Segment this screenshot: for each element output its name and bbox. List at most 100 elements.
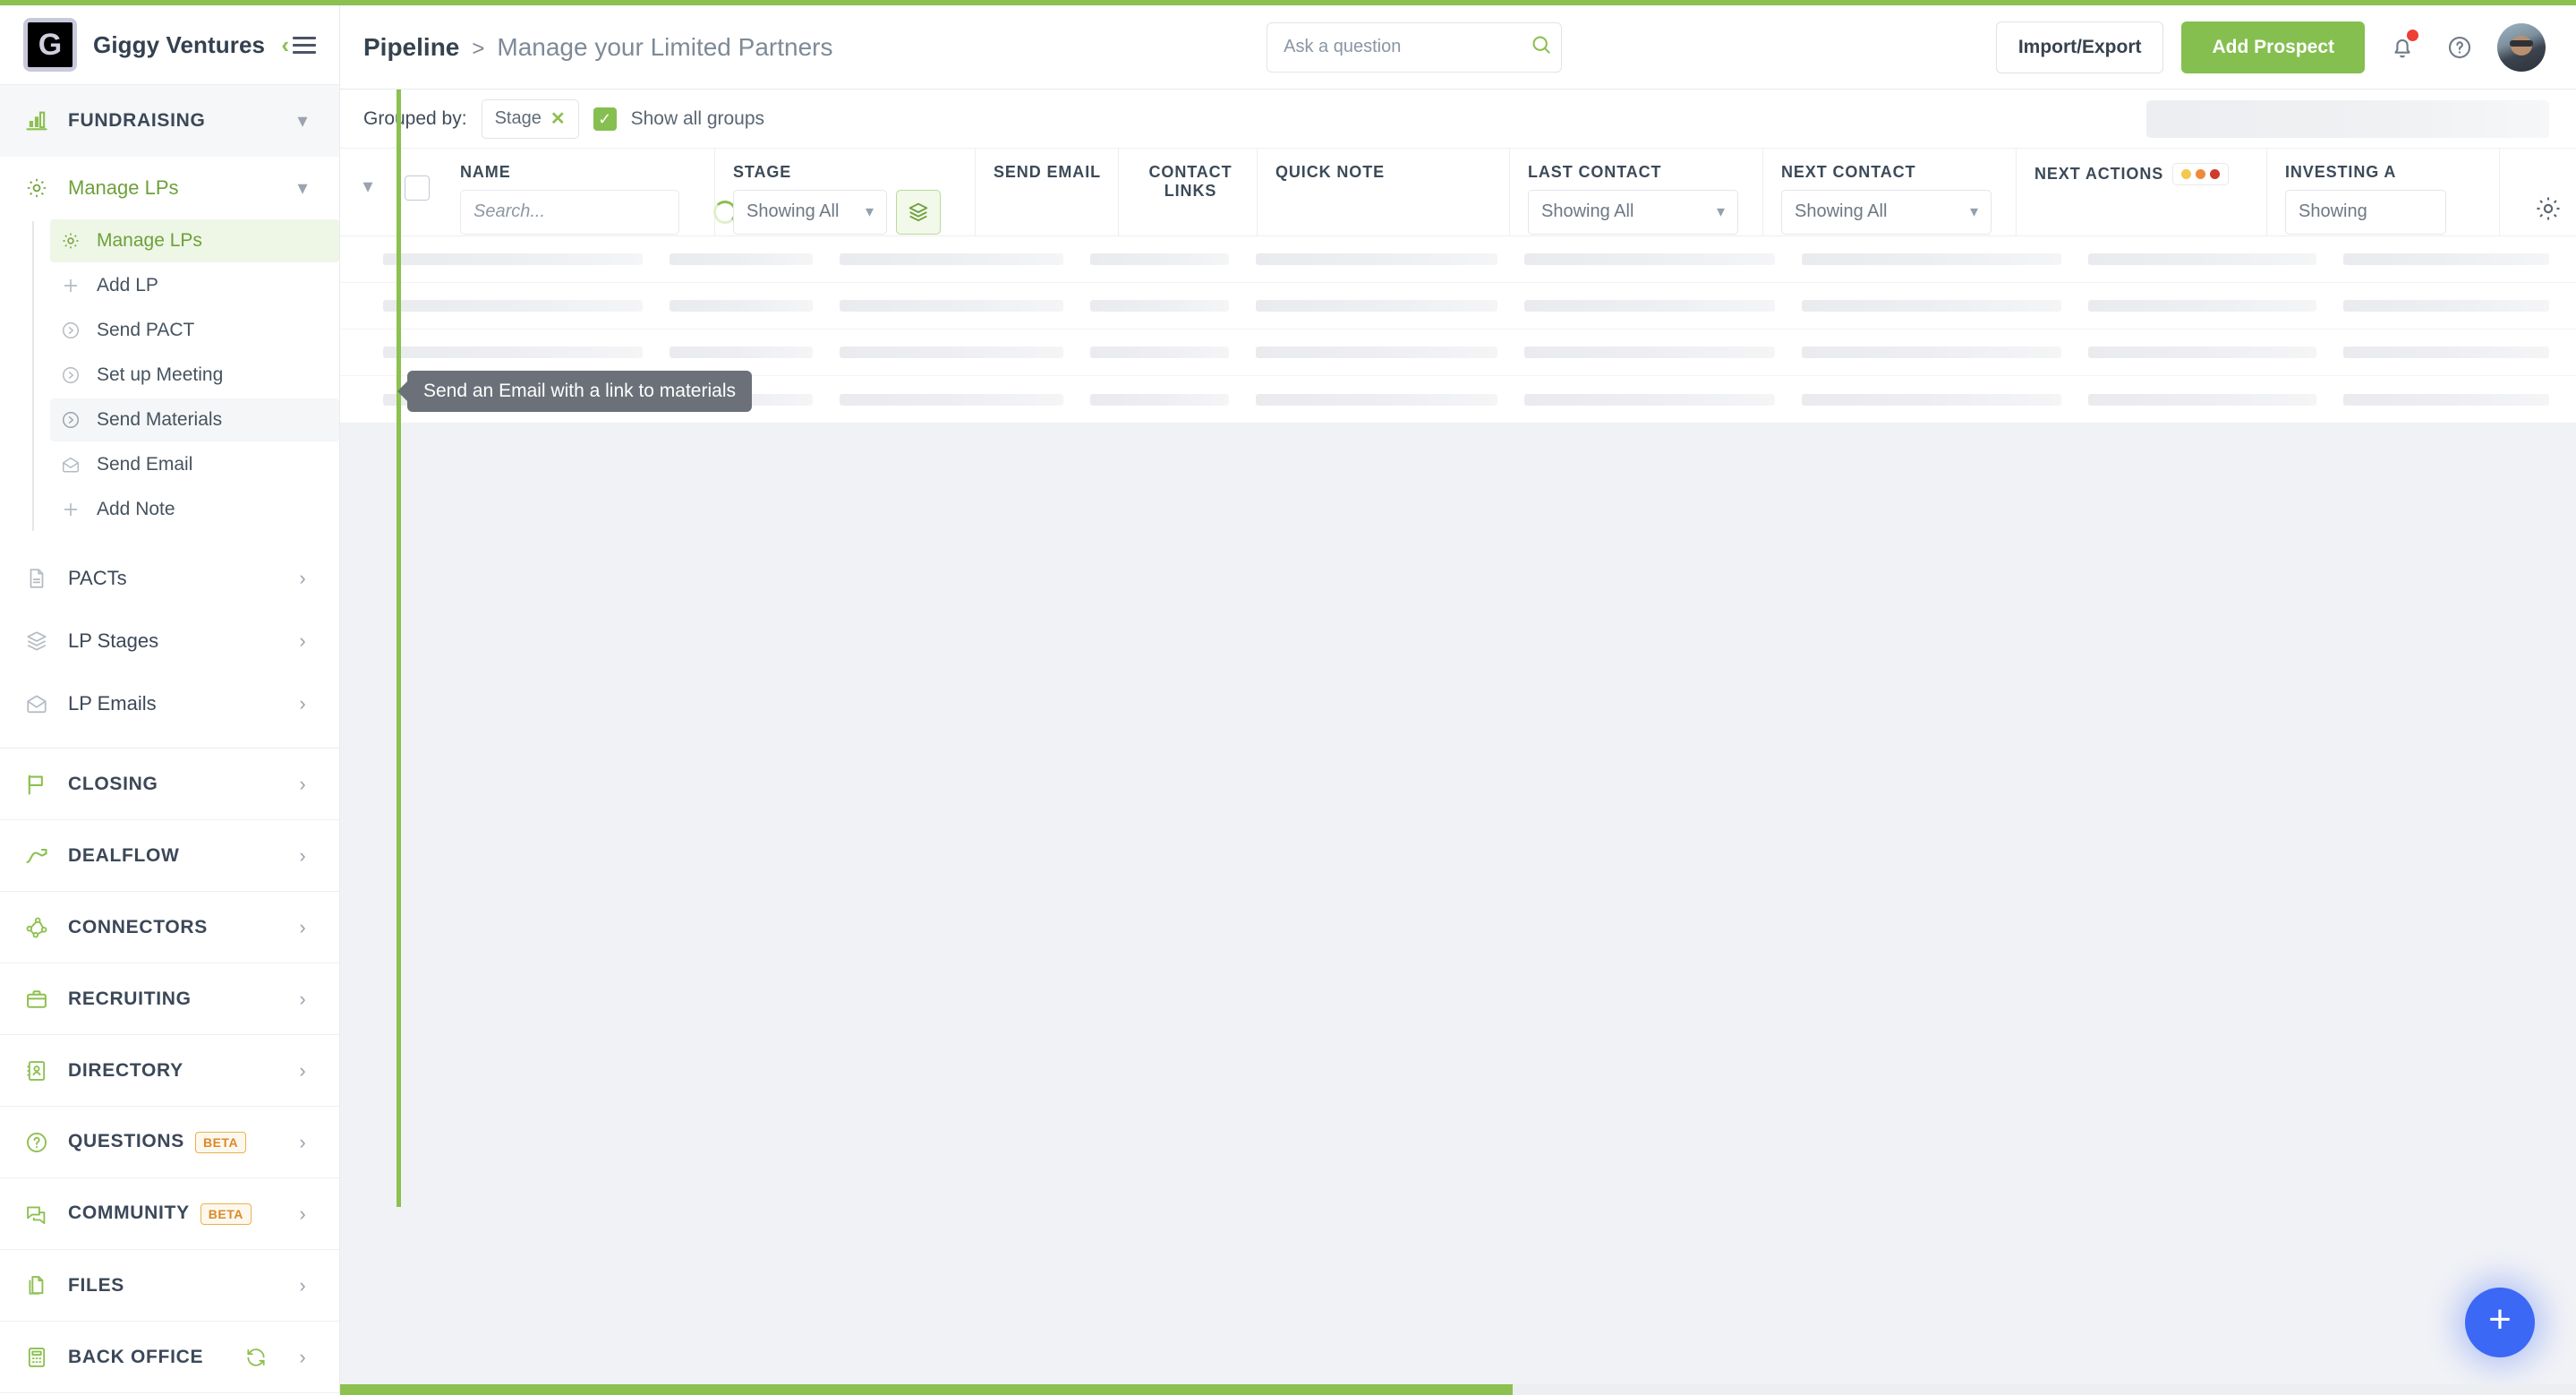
sidebar-item-set-up-meeting[interactable]: Set up Meeting (50, 354, 339, 397)
skeleton-cell (1802, 393, 2061, 406)
sidebar-section-closing[interactable]: CLOSING › (0, 749, 339, 821)
next-contact-filter-select[interactable]: Showing All ▾ (1781, 189, 1992, 235)
add-floating-button[interactable]: + (2465, 1288, 2535, 1357)
sidebar-item-add-lp[interactable]: Add LP (50, 264, 339, 307)
skeleton-cell (1090, 253, 1229, 265)
sidebar-section-directory[interactable]: DIRECTORY › (0, 1035, 339, 1108)
sidebar-section-community[interactable]: COMMUNITY BETA › (0, 1178, 339, 1251)
trend-line-icon (23, 843, 50, 869)
sidebar-item-label: Set up Meeting (97, 364, 224, 386)
column-quick-note: QUICK NOTE (1258, 149, 1510, 235)
envelope-icon (59, 453, 82, 476)
sidebar-section-text: COMMUNITY (68, 1202, 190, 1224)
search-input[interactable] (1284, 37, 1522, 57)
chevron-right-icon: › (299, 987, 306, 1010)
breadcrumb-root[interactable]: Pipeline (363, 33, 459, 62)
sidebar-section-files[interactable]: FILES › (0, 1250, 339, 1322)
search-icon[interactable] (1530, 33, 1553, 61)
show-all-groups-label[interactable]: Show all groups (631, 108, 764, 130)
add-prospect-button[interactable]: Add Prospect (2181, 21, 2366, 73)
sidebar-group-label: LP Emails (68, 692, 157, 715)
sidebar-item-send-pact[interactable]: Send PACT (50, 309, 339, 352)
chevron-right-icon: › (299, 1345, 306, 1368)
sidebar-section-label: RECRUITING (68, 988, 192, 1009)
sidebar-section-label: CONNECTORS (68, 916, 208, 937)
sidebar-item-send-email[interactable]: Send Email (50, 443, 339, 486)
sidebar-item-manage-lps[interactable]: Manage LPs (50, 219, 339, 263)
sidebar-section-back-office[interactable]: BACK OFFICE › (0, 1322, 339, 1394)
plus-icon (59, 274, 82, 297)
skeleton-cell (1524, 393, 1775, 406)
chevron-down-icon: ▾ (1969, 202, 1978, 221)
top-bar: Pipeline > Manage your Limited Partners … (340, 5, 2576, 90)
arrow-circle-right-icon (59, 408, 82, 432)
chevron-right-icon: › (299, 1058, 306, 1082)
skeleton-cell (2343, 347, 2549, 358)
chip-label: Stage (494, 108, 542, 128)
chevron-down-icon: ▾ (865, 202, 874, 221)
sidebar-item-label: Add Note (97, 499, 175, 520)
skeleton-cell (383, 347, 643, 358)
toolbar-placeholder-skeleton (2146, 99, 2549, 138)
stage-layers-button[interactable] (896, 189, 941, 235)
skeleton-cell (1524, 300, 1775, 312)
name-search-box[interactable] (460, 189, 737, 235)
skeleton-cell (840, 347, 1063, 358)
sidebar-item-send-materials[interactable]: Send Materials (50, 398, 339, 442)
sidebar-collapse-button[interactable]: ‹ (281, 33, 316, 56)
investing-amount-filter-select[interactable]: Showing (2285, 189, 2446, 235)
last-contact-filter-select[interactable]: Showing All ▾ (1528, 189, 1738, 235)
notifications-button[interactable] (2383, 28, 2422, 67)
gear-icon (23, 175, 50, 201)
horizontal-scrollbar-track[interactable] (340, 1384, 2576, 1395)
sidebar-section-fundraising[interactable]: FUNDRAISING ▾ (0, 85, 339, 158)
plus-icon (59, 498, 82, 521)
brand-name: Giggy Ventures (93, 30, 266, 58)
chevron-right-icon: › (299, 692, 306, 715)
sidebar-section-questions[interactable]: QUESTIONS BETA › (0, 1107, 339, 1179)
main-area: Pipeline > Manage your Limited Partners … (340, 0, 2576, 1395)
breadcrumb-leaf: Manage your Limited Partners (497, 32, 833, 61)
table-settings-gear-icon[interactable] (2533, 193, 2563, 224)
column-controls: Showing All ▾ (1781, 189, 2003, 235)
envelope-icon (23, 690, 50, 717)
column-stage: STAGE Showing All ▾ (715, 149, 976, 235)
avatar[interactable] (2497, 22, 2546, 72)
sync-icon[interactable] (244, 1346, 268, 1369)
sidebar-section-dealflow[interactable]: DEALFLOW › (0, 820, 339, 893)
ask-a-question-search[interactable] (1267, 21, 1563, 73)
show-all-groups-checkbox[interactable]: ✓ (593, 107, 617, 131)
sidebar-group-pacts[interactable]: PACTs › (0, 547, 339, 610)
help-button[interactable] (2440, 28, 2479, 67)
sidebar-group-manage-lps[interactable]: Manage LPs ▾ (0, 157, 339, 219)
name-search-input[interactable] (473, 201, 713, 223)
sidebar-item-add-note[interactable]: Add Note (50, 488, 339, 531)
plus-icon: + (2488, 1297, 2512, 1341)
sidebar: G Giggy Ventures ‹ FUNDRAISING ▾ Manage … (0, 0, 340, 1395)
column-title: NEXT ACTIONS (2034, 165, 2164, 184)
sidebar-section-recruiting[interactable]: RECRUITING › (0, 963, 339, 1036)
sidebar-section-label: BACK OFFICE (68, 1346, 204, 1367)
select-all-checkbox[interactable] (405, 175, 430, 201)
column-send-email: SEND EMAIL (976, 149, 1119, 235)
column-title: INVESTING A (2285, 163, 2397, 181)
empty-content-area: + (340, 423, 2576, 1395)
stage-filter-select[interactable]: Showing All ▾ (733, 189, 887, 235)
close-icon[interactable]: ✕ (550, 110, 566, 128)
skeleton-cell (1256, 393, 1497, 406)
group-by-chip-stage[interactable]: Stage ✕ (481, 98, 579, 139)
import-export-button[interactable]: Import/Export (1995, 21, 2164, 73)
sidebar-section-label: QUESTIONS BETA (68, 1131, 275, 1154)
sidebar-section-label: DEALFLOW (68, 844, 180, 866)
arrow-circle-right-icon (59, 319, 82, 342)
sidebar-group-lp-stages[interactable]: LP Stages › (0, 610, 339, 672)
sidebar-section-connectors[interactable]: CONNECTORS › (0, 892, 339, 964)
next-actions-priority-legend[interactable] (2172, 163, 2230, 185)
sidebar-group-lp-emails[interactable]: LP Emails › (0, 672, 339, 735)
chevron-right-icon: › (299, 629, 306, 653)
expand-all-toggle[interactable]: ▾ (340, 149, 390, 235)
column-next-contact: NEXT CONTACT Showing All ▾ (1763, 149, 2017, 235)
skeleton-cell (383, 253, 643, 265)
priority-dot-red (2210, 169, 2221, 179)
horizontal-scrollbar-thumb[interactable] (340, 1384, 1513, 1395)
